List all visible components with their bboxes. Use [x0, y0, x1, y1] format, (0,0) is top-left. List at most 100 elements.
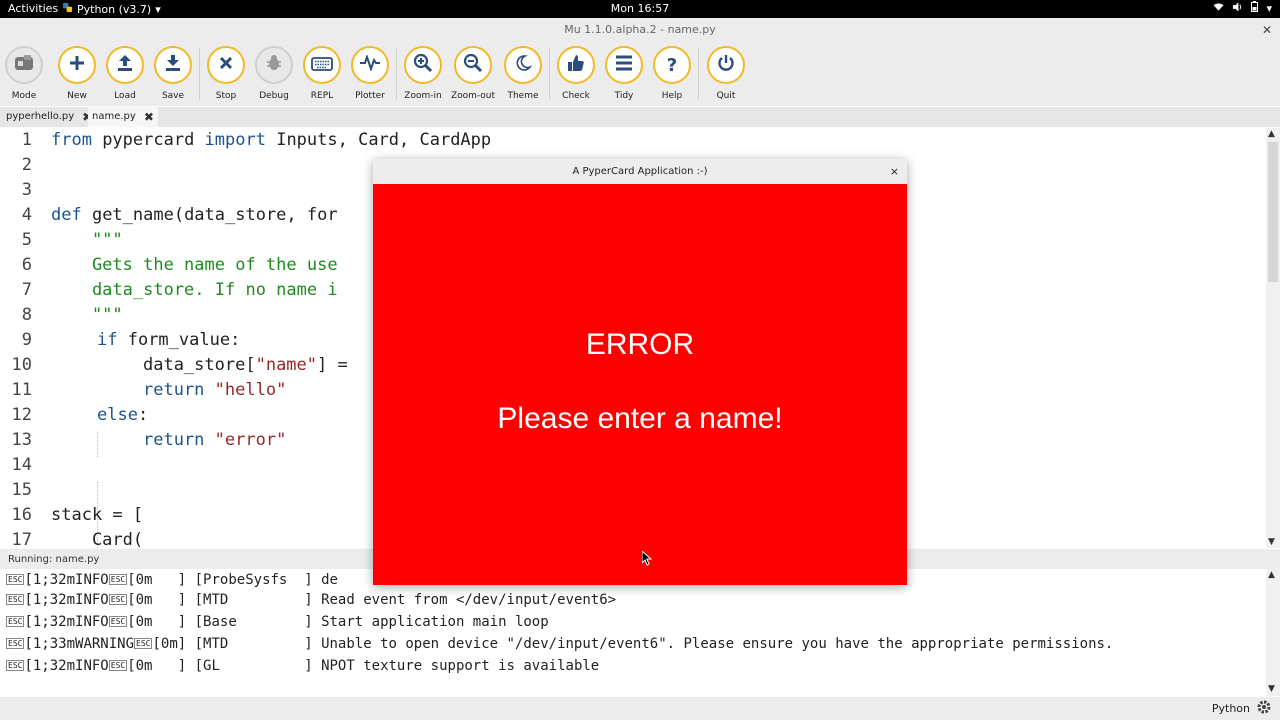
code-token: """ — [51, 230, 123, 250]
activities-button[interactable]: Activities — [8, 2, 58, 15]
console-line: ESC [1;32mINFO ESC [0m ] [ProbeSysfs ] de — [6, 569, 338, 591]
log-level: [1;32mINFO — [24, 658, 109, 674]
zoom-out-button[interactable]: Zoom-out — [449, 46, 497, 101]
log-source: [0m ] [GL ] — [127, 658, 322, 674]
code-token: from — [51, 130, 92, 150]
power-icon — [717, 54, 735, 76]
esc-glyph: ESC — [6, 594, 25, 605]
lines-icon — [615, 55, 633, 75]
error-card: ERROR Please enter a name! — [373, 184, 907, 585]
code-token: form_value: — [117, 330, 241, 350]
pypercard-window[interactable]: A PyperCard Application :-) × ERROR Plea… — [373, 159, 907, 585]
theme-button[interactable]: Theme — [499, 46, 547, 101]
log-level: [1;33mWARNING — [24, 636, 135, 652]
tidy-button[interactable]: Tidy — [600, 46, 648, 101]
toolbar-label: Mode — [11, 91, 37, 101]
plotter-button[interactable]: Plotter — [346, 46, 394, 101]
mouse-pointer-icon — [641, 549, 653, 570]
log-message: NPOT texture support is available — [321, 658, 600, 674]
toolbar-label: New — [67, 91, 87, 101]
system-tray[interactable]: ▾ — [1213, 1, 1272, 15]
code-token: pypercard — [91, 130, 205, 150]
debug-button[interactable]: Debug — [250, 46, 298, 101]
close-icon[interactable]: ✖ — [144, 107, 154, 127]
code-token: stack = [ — [51, 505, 144, 525]
output-console[interactable]: ESC [1;32mINFO ESC [0m ] [ProbeSysfs ] de E… — [0, 569, 1266, 696]
wifi-icon — [1213, 2, 1225, 15]
new-button[interactable]: New — [53, 46, 101, 101]
log-message: Unable to open device "/dev/input/event6… — [321, 636, 1114, 652]
code-token: Inputs, Card, CardApp — [265, 130, 492, 150]
toolbar-label: Check — [562, 91, 590, 101]
toolbar-label: Theme — [507, 91, 539, 101]
help-button[interactable]: ? Help — [648, 46, 696, 101]
line-number: 11 — [11, 380, 32, 400]
code-token: get_name(data_store, for — [81, 205, 338, 225]
chevron-down-icon: ▾ — [1266, 1, 1272, 15]
code-token: else — [97, 405, 138, 425]
code-token: "name" — [255, 355, 318, 375]
keyboard-icon — [311, 56, 333, 75]
scroll-up-icon[interactable]: ▲ — [1268, 570, 1275, 580]
code-token: "hello" — [214, 380, 287, 400]
code-token: if — [97, 330, 118, 350]
tab-pyperhello[interactable]: pyperhello.py ✖ — [2, 107, 96, 127]
line-number: 14 — [11, 455, 32, 475]
line-number: 15 — [11, 480, 32, 500]
console-line: ESC [1;33mWARNING ESC [0m] [MTD ] Unable to… — [6, 633, 1113, 655]
quit-button[interactable]: Quit — [702, 46, 750, 101]
code-token: data_store. If no name i — [51, 280, 338, 300]
scroll-down-icon[interactable]: ▼ — [1268, 684, 1275, 694]
clock[interactable]: Mon 16:57 — [0, 2, 1280, 15]
esc-glyph: ESC — [6, 574, 25, 585]
save-button[interactable]: Save — [149, 46, 197, 101]
scrollbar-thumb[interactable] — [1268, 142, 1278, 282]
log-message: de — [321, 572, 338, 588]
mode-button[interactable]: Mode — [0, 46, 48, 101]
app-menu[interactable]: Python (v3.7) ▾ — [62, 2, 161, 16]
close-icon — [218, 55, 234, 75]
line-number: 6 — [21, 255, 32, 275]
line-number: 13 — [11, 430, 32, 450]
code-token: Card( — [51, 530, 144, 548]
code-token: return — [143, 380, 205, 400]
toolbar-label: Plotter — [355, 91, 385, 101]
close-icon[interactable]: × — [890, 159, 899, 184]
popup-title: A PyperCard Application :-) — [572, 166, 708, 177]
toolbar-label: Zoom-out — [450, 91, 496, 101]
tab-name[interactable]: name.py ✖ — [88, 107, 158, 127]
console-line: ESC [1;32mINFO ESC [0m ] [MTD ] Read event … — [6, 589, 616, 611]
tab-label: name.py — [92, 111, 136, 122]
log-source: [0m ] [Base ] — [127, 614, 322, 630]
mode-indicator[interactable]: Python — [1212, 702, 1250, 715]
popup-title-bar[interactable]: A PyperCard Application :-) × — [373, 159, 907, 184]
gear-icon[interactable] — [1256, 699, 1272, 718]
system-top-bar: Activities Python (v3.7) ▾ Mon 16:57 ▾ — [0, 0, 1280, 18]
esc-glyph: ESC — [108, 660, 128, 671]
line-number: 9 — [21, 330, 32, 350]
code-token: def — [51, 205, 82, 225]
check-button[interactable]: Check — [552, 46, 600, 101]
toolbar-label: Save — [161, 91, 185, 101]
editor-scrollbar[interactable]: ▲ ▼ — [1266, 128, 1280, 548]
log-level: [1;32mINFO — [24, 614, 109, 630]
console-scrollbar[interactable]: ▲ ▼ — [1266, 569, 1280, 696]
repl-button[interactable]: REPL — [298, 46, 346, 101]
scroll-down-icon[interactable]: ▼ — [1268, 537, 1275, 547]
zoom-out-icon — [463, 53, 483, 77]
esc-glyph: ESC — [134, 638, 153, 649]
window-close-icon[interactable]: ✕ — [1262, 18, 1272, 42]
python-icon — [62, 2, 73, 16]
scroll-up-icon[interactable]: ▲ — [1268, 129, 1275, 139]
code-token: import — [204, 130, 266, 150]
stop-button[interactable]: Stop — [202, 46, 250, 101]
code-token: data_store[ — [143, 355, 256, 375]
toolbar-label: Zoom-in — [404, 91, 442, 101]
log-source: [0m ] [ProbeSysfs ] — [127, 572, 322, 588]
upload-icon — [116, 54, 134, 76]
line-number: 1 — [21, 130, 32, 150]
zoom-in-button[interactable]: Zoom-in — [399, 46, 447, 101]
load-button[interactable]: Load — [101, 46, 149, 101]
code-token: Gets the name of the use — [51, 255, 338, 275]
log-level: [1;32mINFO — [24, 592, 109, 608]
